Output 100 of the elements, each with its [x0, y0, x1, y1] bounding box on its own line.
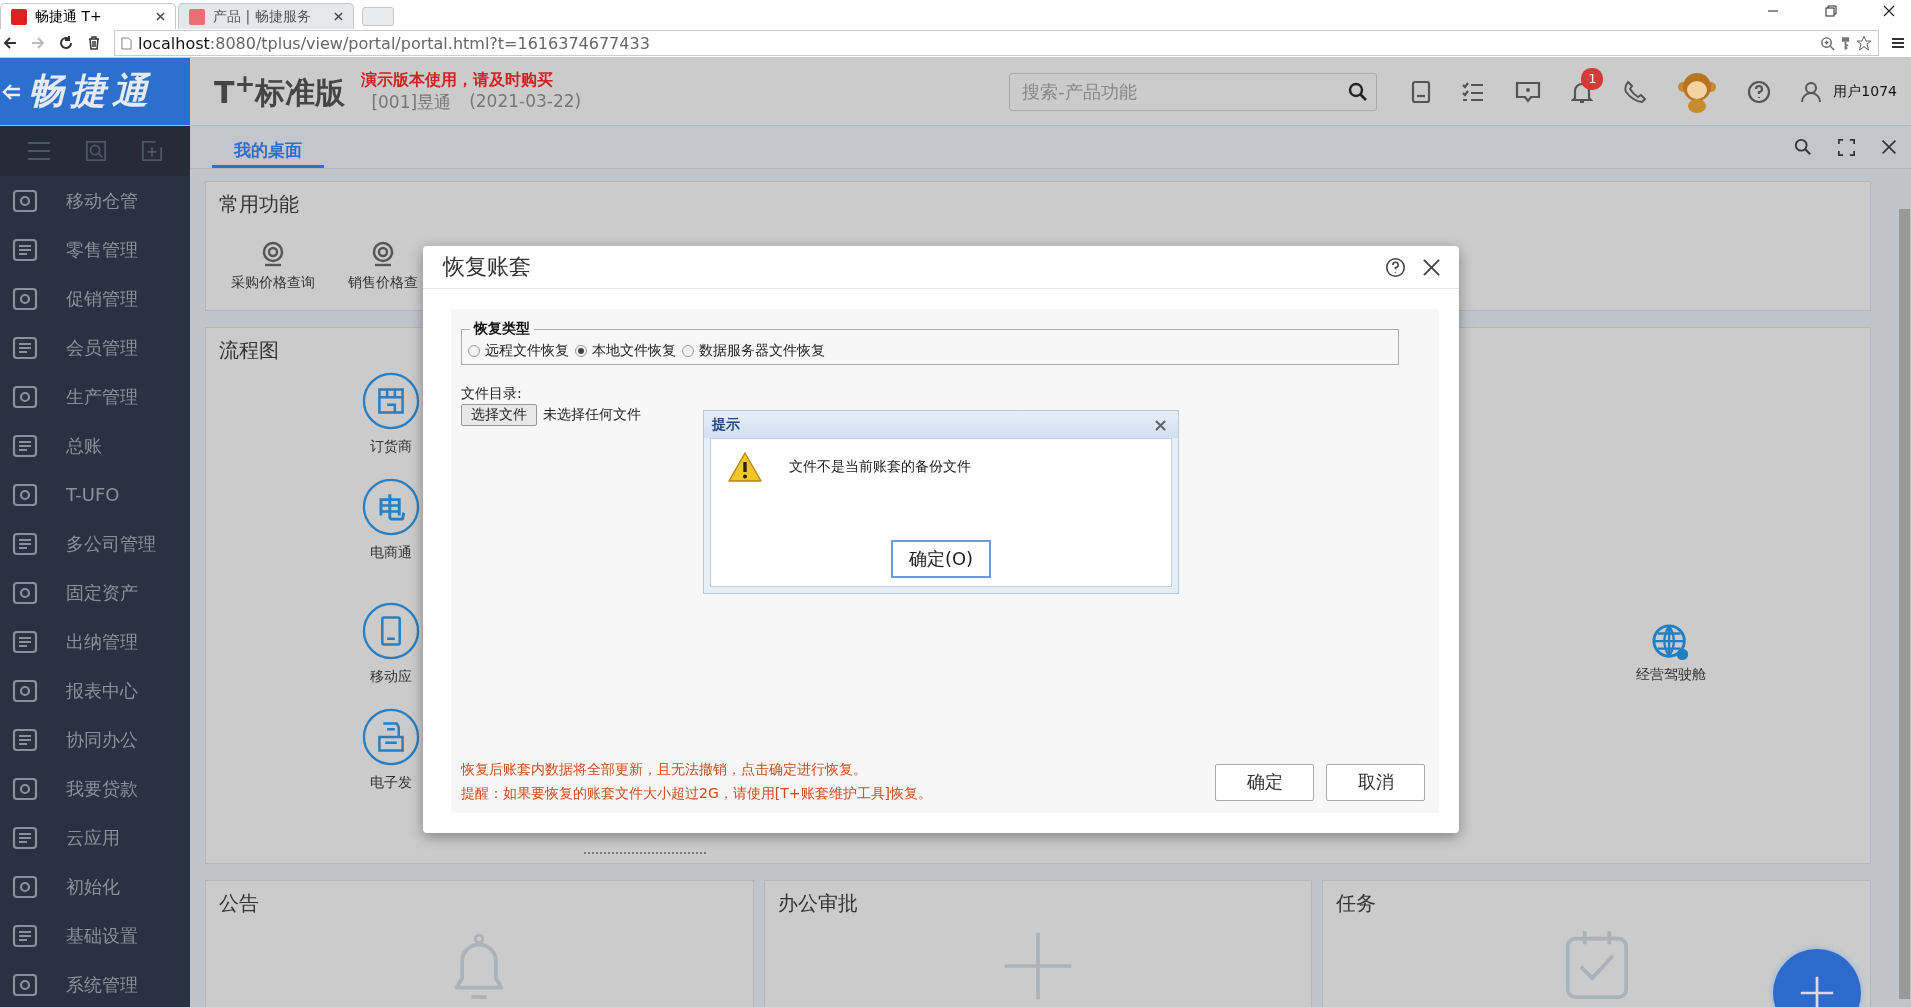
cockpit-label[interactable]: 经营驾驶舱	[1636, 666, 1706, 684]
sidebar-item[interactable]: 零售管理	[0, 225, 190, 274]
checklist-icon[interactable]	[1461, 80, 1486, 103]
browser-tab[interactable]: 畅捷通 T+	[0, 3, 176, 29]
back-arrow-icon[interactable]	[2, 81, 22, 102]
phone-icon[interactable]	[1623, 79, 1648, 104]
logo-text: 畅捷通	[28, 69, 154, 113]
module-icon	[12, 824, 38, 851]
sidebar-item[interactable]: 初始化	[0, 862, 190, 911]
flow-node-label[interactable]: 电子发	[370, 774, 412, 792]
module-icon	[12, 334, 38, 361]
calculator-icon[interactable]	[1411, 79, 1432, 104]
close-icon[interactable]	[334, 12, 343, 21]
radio-option[interactable]: 远程文件恢复	[468, 342, 569, 360]
card-title: 流程图	[219, 337, 279, 364]
sidebar-item[interactable]: 生产管理	[0, 372, 190, 421]
sidebar-item[interactable]: 云应用	[0, 813, 190, 862]
tablet-icon[interactable]	[362, 602, 420, 660]
close-icon[interactable]	[1883, 4, 1895, 17]
card-title: 办公审批	[777, 890, 858, 917]
key-icon[interactable]	[1841, 35, 1850, 51]
address-field[interactable]: localhost:8080/tplus/view/portal/portal.html?t=1616374677433	[114, 30, 1879, 56]
demo-notice: 演示版本使用，请及时购买	[361, 69, 555, 91]
module-icon	[12, 579, 38, 606]
star-icon[interactable]	[1856, 35, 1872, 51]
close-icon[interactable]	[156, 12, 165, 21]
tab-title: 产品 | 畅捷服务	[213, 7, 312, 26]
trash-icon[interactable]	[86, 35, 102, 51]
notification-badge: 1	[1581, 67, 1604, 90]
module-icon	[12, 677, 38, 704]
globe-icon[interactable]	[1652, 624, 1690, 662]
dialog-button[interactable]: 取消	[1326, 763, 1425, 801]
user-icon[interactable]	[1801, 80, 1822, 103]
char-icon[interactable]: 电	[362, 478, 420, 536]
radio-button[interactable]	[468, 345, 480, 357]
search-field[interactable]: 搜索-产品功能	[1009, 72, 1378, 111]
sidebar-item[interactable]: T-UFO	[0, 470, 190, 519]
printer-icon[interactable]	[362, 708, 420, 766]
logo-bar[interactable]: 畅捷通	[0, 58, 190, 125]
file-status: 未选择任何文件	[543, 406, 641, 424]
account-date: (2021-03-22)	[469, 90, 582, 113]
ok-button[interactable]: 确定(O)	[891, 540, 991, 578]
radio-option[interactable]: 数据服务器文件恢复	[682, 342, 825, 360]
module-icon	[12, 726, 38, 753]
help-icon[interactable]	[1747, 79, 1772, 104]
module-icon	[12, 873, 38, 900]
calendar-check-icon	[1563, 929, 1630, 1001]
reload-icon[interactable]	[58, 35, 74, 51]
radio-button[interactable]	[682, 345, 694, 357]
module-icon	[12, 775, 38, 802]
close-icon[interactable]	[1422, 257, 1441, 277]
close-button[interactable]: ×	[1152, 415, 1168, 434]
shortcut-label[interactable]: 销售价格查	[348, 274, 418, 292]
search-icon[interactable]	[1794, 138, 1812, 156]
dialog-button[interactable]: 确定	[1215, 763, 1314, 801]
sidebar-item[interactable]: 会员管理	[0, 323, 190, 372]
sidebar-item[interactable]: 出纳管理	[0, 617, 190, 666]
dialog-title: 恢复账套	[443, 253, 531, 281]
favicon-icon	[11, 8, 27, 25]
warning-note: 提醒：如果要恢复的账套文件大小超过2G，请使用[T+账套维护工具]恢复。	[461, 785, 932, 803]
page-icon	[121, 36, 132, 50]
module-icon	[12, 383, 38, 410]
restore-icon[interactable]	[1825, 4, 1837, 17]
sidebar-item[interactable]: 移动仓管	[0, 176, 190, 225]
sidebar-item[interactable]: 报表中心	[0, 666, 190, 715]
store-icon[interactable]	[362, 372, 420, 430]
warning-icon	[727, 451, 763, 483]
search-icon[interactable]	[1348, 81, 1369, 102]
radio-option[interactable]: 本地文件恢复	[575, 342, 676, 360]
flow-node-label[interactable]: 移动应	[370, 668, 412, 686]
close-icon[interactable]	[1881, 139, 1897, 155]
fullscreen-icon[interactable]	[1838, 138, 1855, 156]
module-icon	[12, 285, 38, 312]
desktop-tab[interactable]: 我的桌面	[212, 126, 324, 168]
alert-title: 提示	[712, 415, 740, 434]
menu-icon[interactable]	[1891, 36, 1905, 50]
sidebar-item[interactable]: 多公司管理	[0, 519, 190, 568]
user-name[interactable]: 用户1074	[1833, 82, 1897, 101]
plus-icon	[1799, 975, 1835, 1007]
sidebar-item[interactable]: 基础设置	[0, 911, 190, 960]
help-icon[interactable]	[1385, 256, 1406, 278]
radio-button[interactable]	[575, 345, 587, 357]
group-legend: 恢复类型	[470, 320, 534, 338]
zoom-icon[interactable]	[1820, 35, 1835, 51]
choose-file-button[interactable]: 选择文件	[461, 404, 537, 426]
flow-node-label[interactable]: 订货商	[370, 438, 412, 456]
url-text: localhost:8080/tplus/view/portal/portal.html?t=1616374677433	[138, 33, 650, 53]
module-icon	[12, 922, 38, 949]
shortcut-label[interactable]: 采购价格查询	[231, 274, 315, 292]
flow-node-label[interactable]: 电商通	[370, 544, 412, 562]
back-icon[interactable]	[2, 35, 18, 51]
browser-tab[interactable]: 产品 | 畅捷服务	[178, 3, 354, 29]
sidebar-item[interactable]: 总账	[0, 421, 190, 470]
module-icon	[12, 481, 38, 508]
message-icon[interactable]	[1515, 80, 1542, 103]
sidebar-item[interactable]: 系统管理	[0, 960, 190, 1007]
sidebar-item[interactable]: 促销管理	[0, 274, 190, 323]
sidebar-item[interactable]: 固定资产	[0, 568, 190, 617]
sidebar-item[interactable]: 我要贷款	[0, 764, 190, 813]
sidebar-item[interactable]: 协同办公	[0, 715, 190, 764]
